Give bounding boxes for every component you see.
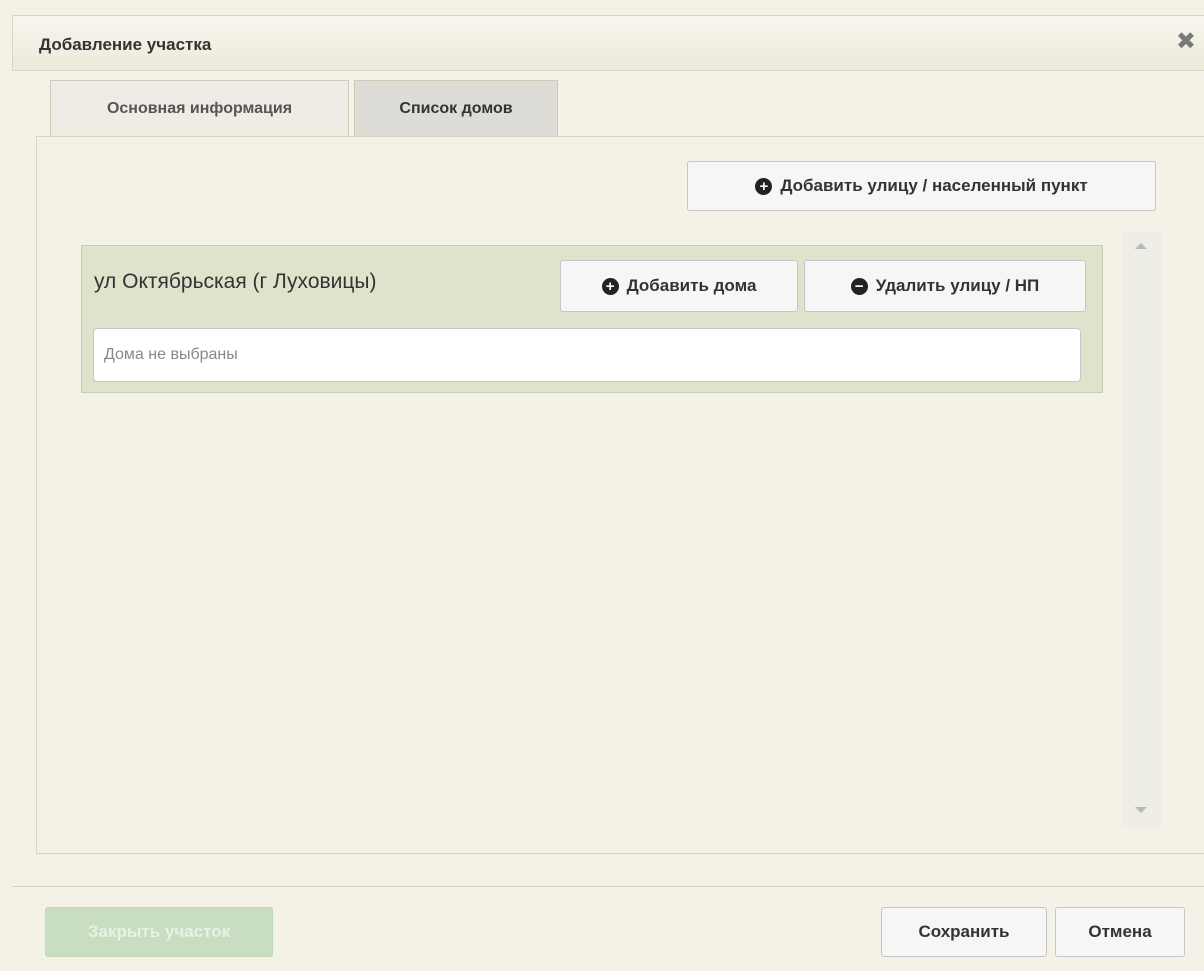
street-name: ул Октябрьская (г Луховицы) bbox=[94, 270, 377, 293]
footer-divider bbox=[12, 886, 1204, 887]
tab-basic-info[interactable]: Основная информация bbox=[50, 80, 349, 136]
add-houses-label: Добавить дома bbox=[626, 276, 757, 295]
add-street-label: Добавить улицу / населенный пункт bbox=[780, 176, 1088, 195]
save-button[interactable]: Сохранить bbox=[881, 907, 1047, 957]
cancel-button[interactable]: Отмена bbox=[1055, 907, 1185, 957]
tab-house-list[interactable]: Список домов bbox=[354, 80, 558, 136]
minus-circle-icon: − bbox=[850, 277, 868, 295]
add-street-button[interactable]: + Добавить улицу / населенный пункт bbox=[687, 161, 1156, 211]
street-panel: ул Октябрьская (г Луховицы) + Добавить д… bbox=[81, 245, 1103, 393]
scroll-up-arrow-icon[interactable] bbox=[1135, 243, 1147, 249]
remove-street-button[interactable]: − Удалить улицу / НП bbox=[804, 260, 1086, 312]
close-plot-button[interactable]: Закрыть участок bbox=[45, 907, 273, 957]
scroll-down-arrow-icon[interactable] bbox=[1135, 807, 1147, 813]
dialog-title: Добавление участка bbox=[39, 35, 212, 54]
scrollbar[interactable] bbox=[1121, 231, 1161, 827]
add-plot-dialog: Добавление участка ✖ Основная информация… bbox=[0, 0, 1204, 971]
plus-circle-icon: + bbox=[601, 277, 619, 295]
remove-street-label: Удалить улицу / НП bbox=[875, 276, 1040, 295]
dialog-titlebar: Добавление участка ✖ bbox=[12, 15, 1204, 71]
tab-bar: Основная информация Список домов bbox=[42, 78, 1204, 137]
houses-field[interactable]: Дома не выбраны bbox=[93, 328, 1081, 382]
add-houses-button[interactable]: + Добавить дома bbox=[560, 260, 798, 312]
close-icon[interactable]: ✖ bbox=[1176, 30, 1196, 54]
plus-circle-icon: + bbox=[755, 177, 773, 195]
tab-content: + Добавить улицу / населенный пункт ул О… bbox=[36, 136, 1204, 854]
